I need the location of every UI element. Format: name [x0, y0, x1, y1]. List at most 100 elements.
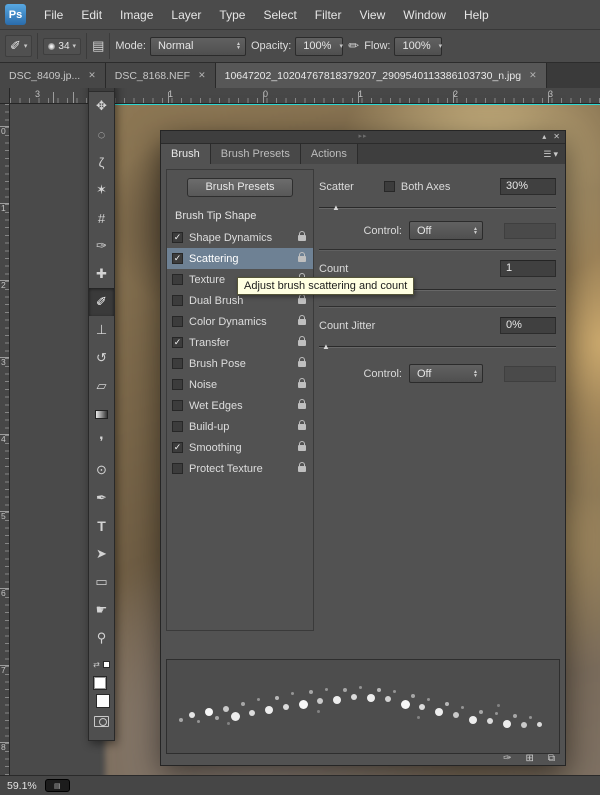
- slider-thumb-icon[interactable]: ▲: [332, 203, 340, 212]
- menu-item[interactable]: Window: [394, 0, 455, 30]
- setting-checkbox[interactable]: ✓: [172, 442, 183, 453]
- lock-icon[interactable]: [298, 445, 306, 451]
- panel-tab[interactable]: Brush Presets: [211, 144, 301, 164]
- lock-icon[interactable]: [298, 403, 306, 409]
- lock-icon[interactable]: [298, 298, 306, 304]
- panel-menu-button[interactable]: ☰ ▾: [543, 144, 565, 164]
- zoom-tool[interactable]: ⚲: [89, 624, 114, 652]
- panel-tab[interactable]: Actions: [301, 144, 358, 164]
- crop-tool[interactable]: #: [89, 204, 114, 232]
- lock-icon[interactable]: [298, 382, 306, 388]
- brush-setting-row[interactable]: ✓ Shape Dynamics: [167, 227, 313, 248]
- setting-checkbox[interactable]: ✓: [172, 274, 183, 285]
- setting-checkbox[interactable]: ✓: [172, 358, 183, 369]
- collapse-panel-icon[interactable]: ▴: [542, 131, 546, 143]
- tool-preset-picker[interactable]: ✐ ▾: [5, 35, 32, 57]
- setting-checkbox[interactable]: ✓: [172, 379, 183, 390]
- marquee-tool[interactable]: ◌: [89, 120, 114, 148]
- menu-item[interactable]: Help: [455, 0, 498, 30]
- tab-close-icon[interactable]: ✕: [198, 70, 206, 81]
- setting-checkbox[interactable]: ✓: [172, 337, 183, 348]
- setting-checkbox[interactable]: ✓: [172, 421, 183, 432]
- brush-tip-shape-item[interactable]: Brush Tip Shape: [167, 206, 313, 227]
- brush-setting-row[interactable]: ✓ Scattering: [167, 248, 313, 269]
- tab-close-icon[interactable]: ✕: [529, 70, 537, 81]
- quick-mask-button[interactable]: [89, 709, 114, 733]
- dodge-tool[interactable]: ⊙: [89, 456, 114, 484]
- eraser-tool[interactable]: ▱: [89, 372, 114, 400]
- gradient-tool[interactable]: [89, 400, 114, 428]
- clone-stamp-tool[interactable]: ⊥: [89, 316, 114, 344]
- create-new-brush-icon[interactable]: ⧉: [548, 754, 555, 764]
- menu-item[interactable]: Edit: [72, 0, 111, 30]
- document-tab[interactable]: DSC_8409.jp... ✕: [0, 63, 106, 88]
- lock-icon[interactable]: [298, 466, 306, 472]
- lock-icon[interactable]: [298, 361, 306, 367]
- setting-checkbox[interactable]: ✓: [172, 295, 183, 306]
- menu-item[interactable]: File: [35, 0, 72, 30]
- bristle-preview-icon[interactable]: ✑: [503, 754, 511, 764]
- background-color-swatch[interactable]: [96, 694, 110, 708]
- brush-panel-titlebar[interactable]: ▸▸ ▴ ✕: [161, 131, 565, 144]
- menu-item[interactable]: Image: [111, 0, 162, 30]
- brush-setting-row[interactable]: ✓ Brush Pose: [167, 353, 313, 374]
- status-info-box[interactable]: ▤: [45, 779, 70, 792]
- scatter-control-dropdown[interactable]: Off ▲▼: [409, 221, 483, 240]
- setting-checkbox[interactable]: ✓: [172, 463, 183, 474]
- menu-item[interactable]: View: [350, 0, 394, 30]
- scatter-value-input[interactable]: 30%: [500, 178, 556, 195]
- swap-colors-row[interactable]: ⇄: [89, 656, 114, 672]
- menu-item[interactable]: Select: [254, 0, 305, 30]
- brush-setting-row[interactable]: ✓ Smoothing: [167, 437, 313, 458]
- history-brush-tool[interactable]: ↺: [89, 344, 114, 372]
- lock-icon[interactable]: [298, 340, 306, 346]
- close-panel-icon[interactable]: ✕: [553, 131, 560, 143]
- lasso-tool[interactable]: ζ: [89, 148, 114, 176]
- brush-setting-row[interactable]: ✓ Wet Edges: [167, 395, 313, 416]
- slider-thumb-icon[interactable]: ▲: [322, 342, 330, 351]
- move-tool[interactable]: ✥: [89, 92, 114, 120]
- rectangle-tool[interactable]: ▭: [89, 568, 114, 596]
- scatter-slider[interactable]: ▲: [319, 200, 556, 215]
- preset-manager-icon[interactable]: ⊞: [525, 754, 533, 764]
- flow-dropdown[interactable]: 100% ▾: [394, 37, 442, 56]
- brush-setting-row[interactable]: ✓ Noise: [167, 374, 313, 395]
- airbrush-icon[interactable]: ✏: [348, 38, 359, 54]
- opacity-dropdown[interactable]: 100% ▾: [295, 37, 343, 56]
- path-selection-tool[interactable]: ➤: [89, 540, 114, 568]
- brush-setting-row[interactable]: ✓ Transfer: [167, 332, 313, 353]
- both-axes-checkbox[interactable]: ✓: [384, 181, 395, 192]
- quick-selection-tool[interactable]: ✶: [89, 176, 114, 204]
- tab-close-icon[interactable]: ✕: [88, 70, 96, 81]
- toggle-brush-panel-icon[interactable]: ▤: [92, 38, 104, 54]
- brush-setting-row[interactable]: ✓ Build-up: [167, 416, 313, 437]
- lock-icon[interactable]: [298, 235, 306, 241]
- lock-icon[interactable]: [298, 256, 306, 262]
- panel-tab[interactable]: Brush: [161, 144, 211, 164]
- menu-item[interactable]: Layer: [162, 0, 210, 30]
- blur-tool[interactable]: ❜: [89, 428, 114, 456]
- setting-checkbox[interactable]: ✓: [172, 232, 183, 243]
- type-tool[interactable]: T: [89, 512, 114, 540]
- pen-tool[interactable]: ✒: [89, 484, 114, 512]
- eyedropper-tool[interactable]: ✑: [89, 232, 114, 260]
- menu-item[interactable]: Type: [210, 0, 254, 30]
- brush-presets-button[interactable]: Brush Presets: [187, 178, 293, 197]
- count-jitter-value-input[interactable]: 0%: [500, 317, 556, 334]
- document-tab[interactable]: 10647202_10204767818379207_2909540113386…: [216, 63, 547, 88]
- mode-dropdown[interactable]: Normal ▲▼: [150, 37, 246, 56]
- setting-checkbox[interactable]: ✓: [172, 316, 183, 327]
- lock-icon[interactable]: [298, 424, 306, 430]
- lock-icon[interactable]: [298, 319, 306, 325]
- brush-tool[interactable]: ✐: [89, 288, 114, 316]
- menu-item[interactable]: Filter: [306, 0, 351, 30]
- brush-size-picker[interactable]: 34 ▾: [43, 38, 81, 55]
- brush-setting-row[interactable]: ✓ Color Dynamics: [167, 311, 313, 332]
- foreground-color-swatch[interactable]: [93, 676, 107, 690]
- jitter-control-dropdown[interactable]: Off ▲▼: [409, 364, 483, 383]
- count-jitter-slider[interactable]: ▲: [319, 339, 556, 354]
- brush-setting-row[interactable]: ✓ Protect Texture: [167, 458, 313, 479]
- hand-tool[interactable]: ☛: [89, 596, 114, 624]
- swap-colors-icon[interactable]: ⇄: [93, 660, 100, 669]
- count-value-input[interactable]: 1: [500, 260, 556, 277]
